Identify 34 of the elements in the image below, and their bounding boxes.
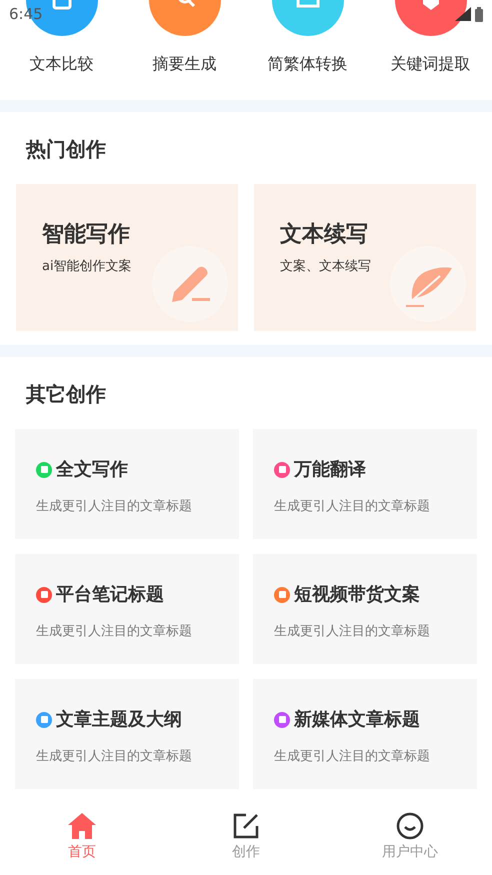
feature-card[interactable]: 短视频带货文案 生成更引人注目的文章标题: [253, 554, 477, 664]
card-subtitle: 生成更引人注目的文章标题: [274, 748, 430, 766]
card-title: 平台笔记标题: [56, 583, 164, 607]
card-subtitle: 生成更引人注目的文章标题: [36, 498, 192, 516]
feature-card[interactable]: 文章主题及大纲 生成更引人注目的文章标题: [15, 679, 239, 789]
tool-button[interactable]: 简繁体转换: [246, 0, 369, 100]
feature-card[interactable]: 平台笔记标题 生成更引人注目的文章标题: [15, 554, 239, 664]
feature-card[interactable]: 智能写作 ai智能创作文案: [16, 184, 238, 331]
tool-button[interactable]: 关键词提取: [369, 0, 492, 100]
home-icon: [67, 812, 97, 840]
feature-card[interactable]: 全文写作 生成更引人注目的文章标题: [15, 429, 239, 539]
signal-icon: [455, 7, 471, 21]
card-subtitle: 生成更引人注目的文章标题: [36, 623, 192, 641]
card-title: 新媒体文章标题: [294, 708, 420, 732]
card-subtitle: 生成更引人注目的文章标题: [274, 498, 430, 516]
card-subtitle: ai智能创作文案: [42, 258, 132, 276]
card-title: 短视频带货文案: [294, 583, 420, 607]
card-subtitle: 文案、文本续写: [280, 258, 371, 276]
card-title: 全文写作: [56, 458, 128, 482]
feature-card[interactable]: 万能翻译 生成更引人注目的文章标题: [253, 429, 477, 539]
section-title: 其它创作: [25, 381, 107, 408]
section-title: 热门创作: [24, 136, 107, 163]
battery-icon: [475, 6, 483, 22]
smile-icon: [396, 812, 424, 840]
feature-card[interactable]: 文本续写 文案、文本续写: [254, 184, 476, 331]
feature-card[interactable]: 新媒体文章标题 生成更引人注目的文章标题: [253, 679, 477, 789]
card-subtitle: 生成更引人注目的文章标题: [36, 748, 192, 766]
card-title: 万能翻译: [294, 458, 366, 482]
edit-icon: [232, 812, 260, 840]
tool-button[interactable]: 摘要生成: [123, 0, 246, 100]
card-title: 智能写作: [42, 221, 131, 249]
card-title: 文章主题及大纲: [56, 708, 182, 732]
card-subtitle: 生成更引人注目的文章标题: [274, 623, 430, 641]
card-title: 文本续写: [280, 221, 369, 249]
